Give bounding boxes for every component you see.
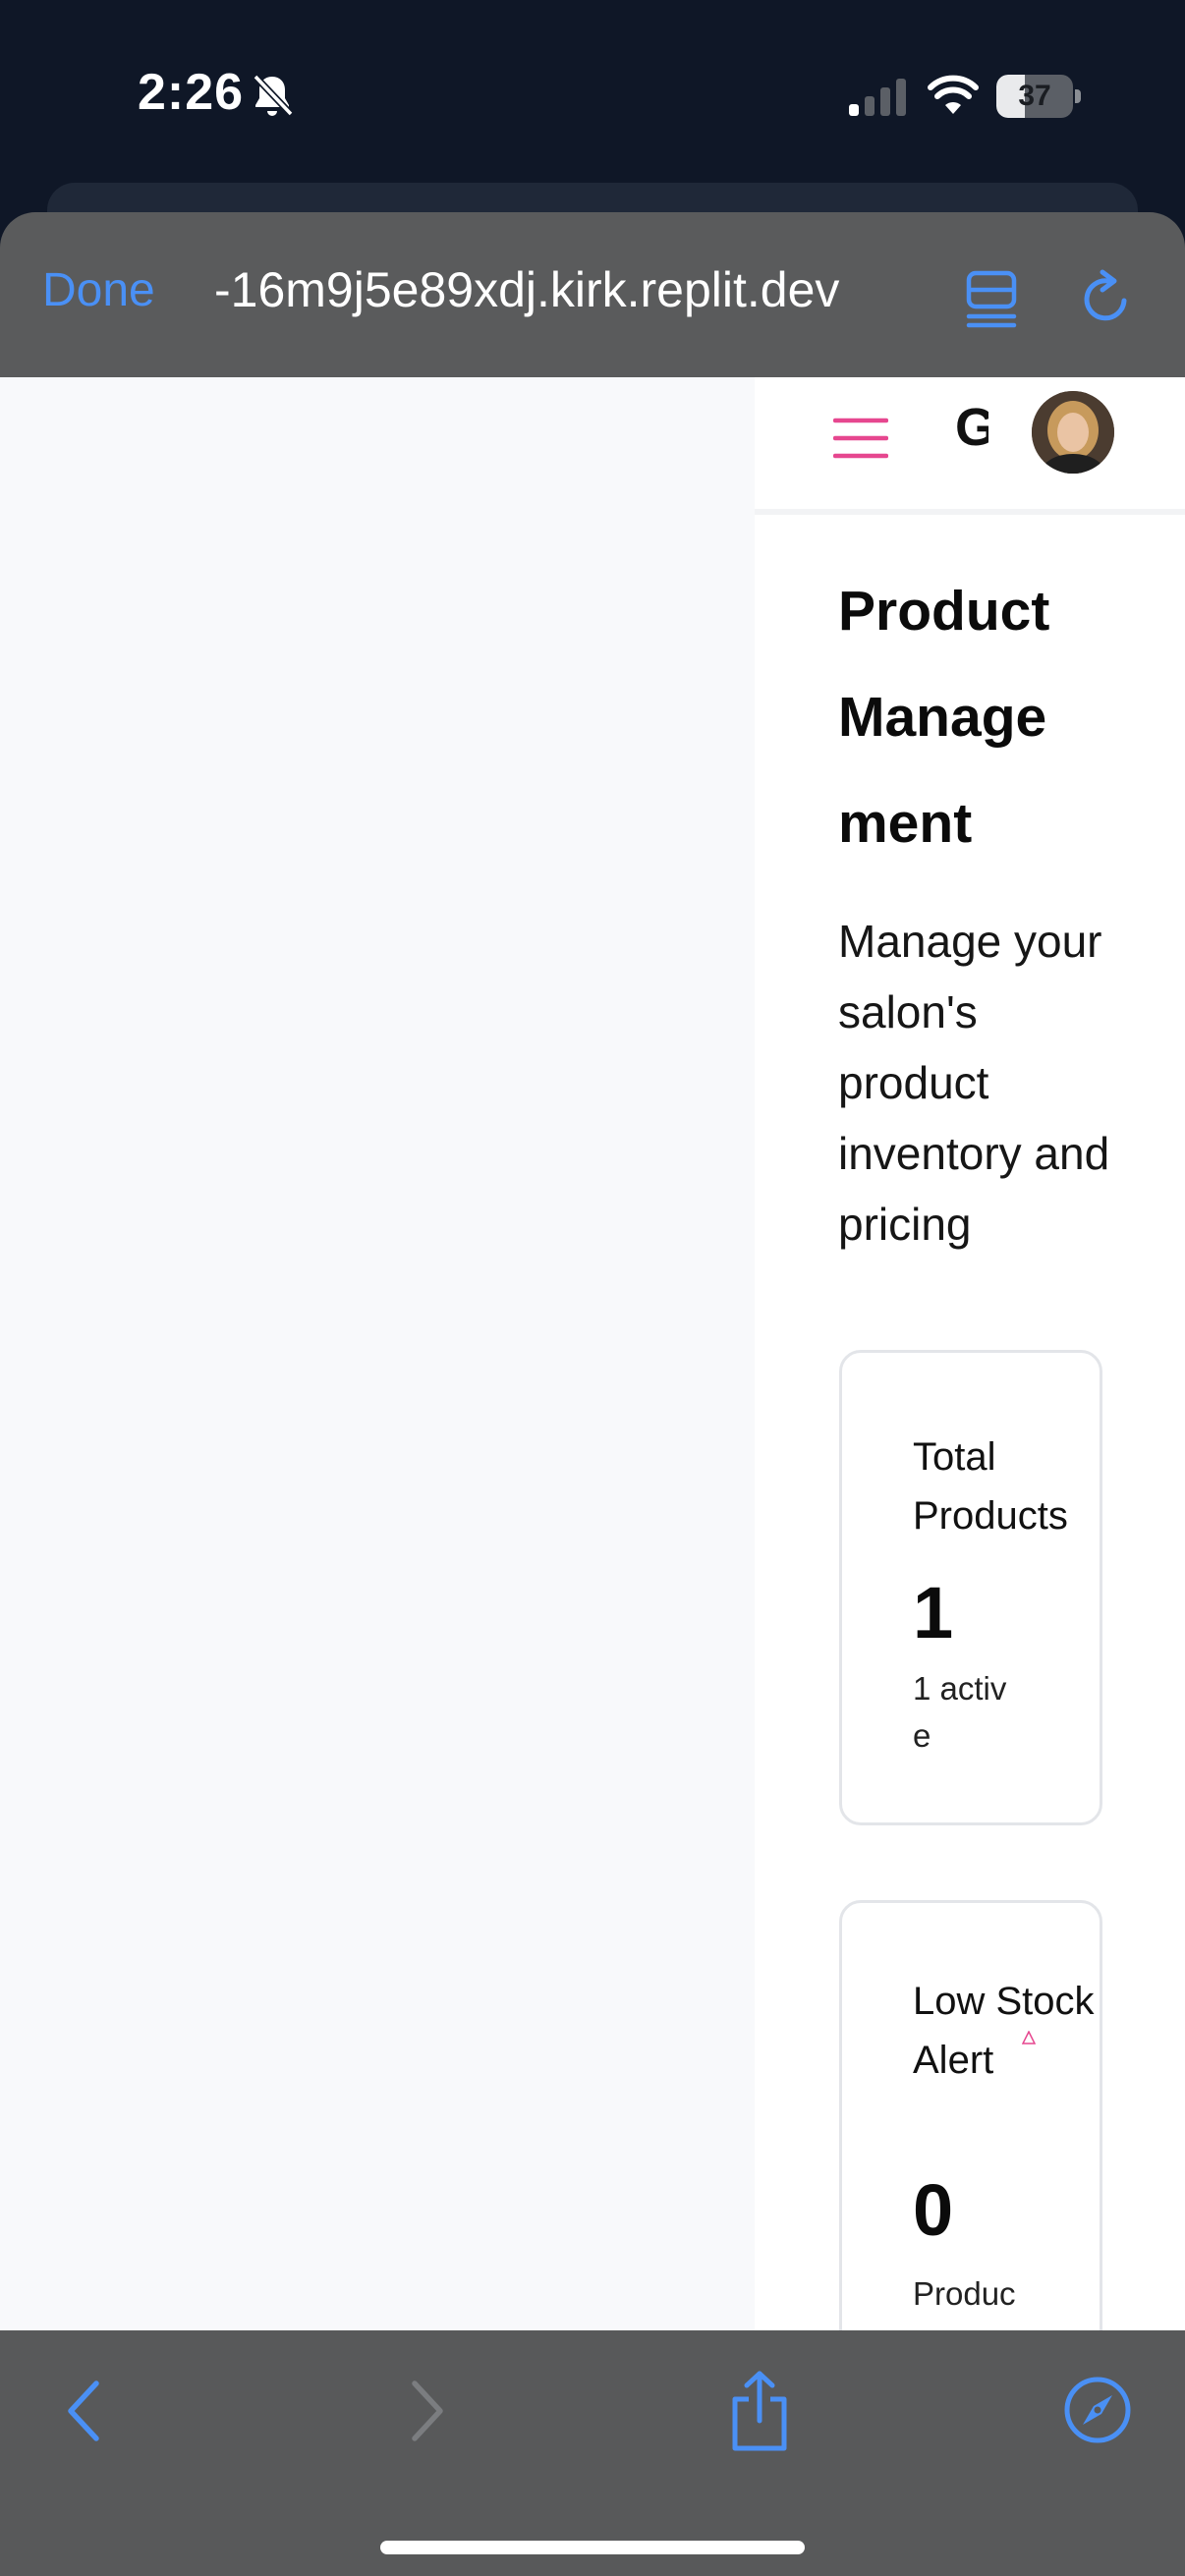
browser-top-toolbar: Done -16m9j5e89xdj.kirk.replit.dev (0, 212, 1185, 377)
status-time: 2:26 (138, 64, 245, 121)
home-indicator[interactable] (380, 2541, 805, 2554)
wifi-icon (928, 75, 979, 114)
browser-bottom-toolbar (0, 2330, 1185, 2576)
battery-icon: 37 (996, 75, 1081, 118)
offscreen-sidebar-area (0, 377, 755, 2330)
stat-note: 1 active (913, 1670, 1007, 1754)
forward-icon[interactable] (399, 2378, 454, 2444)
back-icon[interactable] (57, 2378, 112, 2444)
battery-body: 37 (996, 75, 1073, 118)
stat-value: 1 (913, 1572, 954, 1653)
share-icon[interactable] (727, 2370, 792, 2452)
done-button[interactable]: Done (42, 263, 155, 317)
page-subtitle: Manage your salon's product inventory an… (838, 916, 1110, 1250)
stat-label: Low Stock Alert (913, 1980, 1095, 2082)
reload-icon[interactable] (1079, 267, 1134, 326)
web-view: G Product Management Manage your salon's… (0, 377, 1185, 2330)
main-content: G Product Management Manage your salon's… (755, 377, 1185, 2330)
reader-view-icon[interactable] (965, 269, 1018, 328)
stat-card-low-stock: Low Stock Alert 0 Products (839, 1900, 1102, 2330)
app-header: G (755, 377, 1185, 515)
alert-triangle-icon (1022, 2031, 1036, 2044)
battery-cap (1075, 89, 1081, 103)
brand-logo-text[interactable]: G (955, 397, 988, 458)
page-title: Product Management (838, 580, 1050, 855)
phone-screen: 2:26 37 Done -16m9j5e89xdj.kirk.replit.d… (0, 0, 1185, 2576)
avatar[interactable] (1032, 391, 1114, 474)
battery-level: 37 (1018, 80, 1051, 112)
stat-card-total-products: Total Products 1 1 active (839, 1350, 1102, 1825)
cellular-signal-icon (849, 79, 906, 116)
url-field[interactable]: -16m9j5e89xdj.kirk.replit.dev (214, 261, 922, 318)
stat-note: Products (913, 2275, 1016, 2330)
stat-value: 0 (913, 2169, 954, 2251)
status-bar: 2:26 37 (0, 0, 1185, 187)
bell-slash-icon (253, 74, 294, 117)
stat-label: Total Products (913, 1435, 1068, 1538)
hamburger-menu-icon[interactable] (833, 411, 888, 466)
compass-icon[interactable] (1063, 2376, 1132, 2444)
